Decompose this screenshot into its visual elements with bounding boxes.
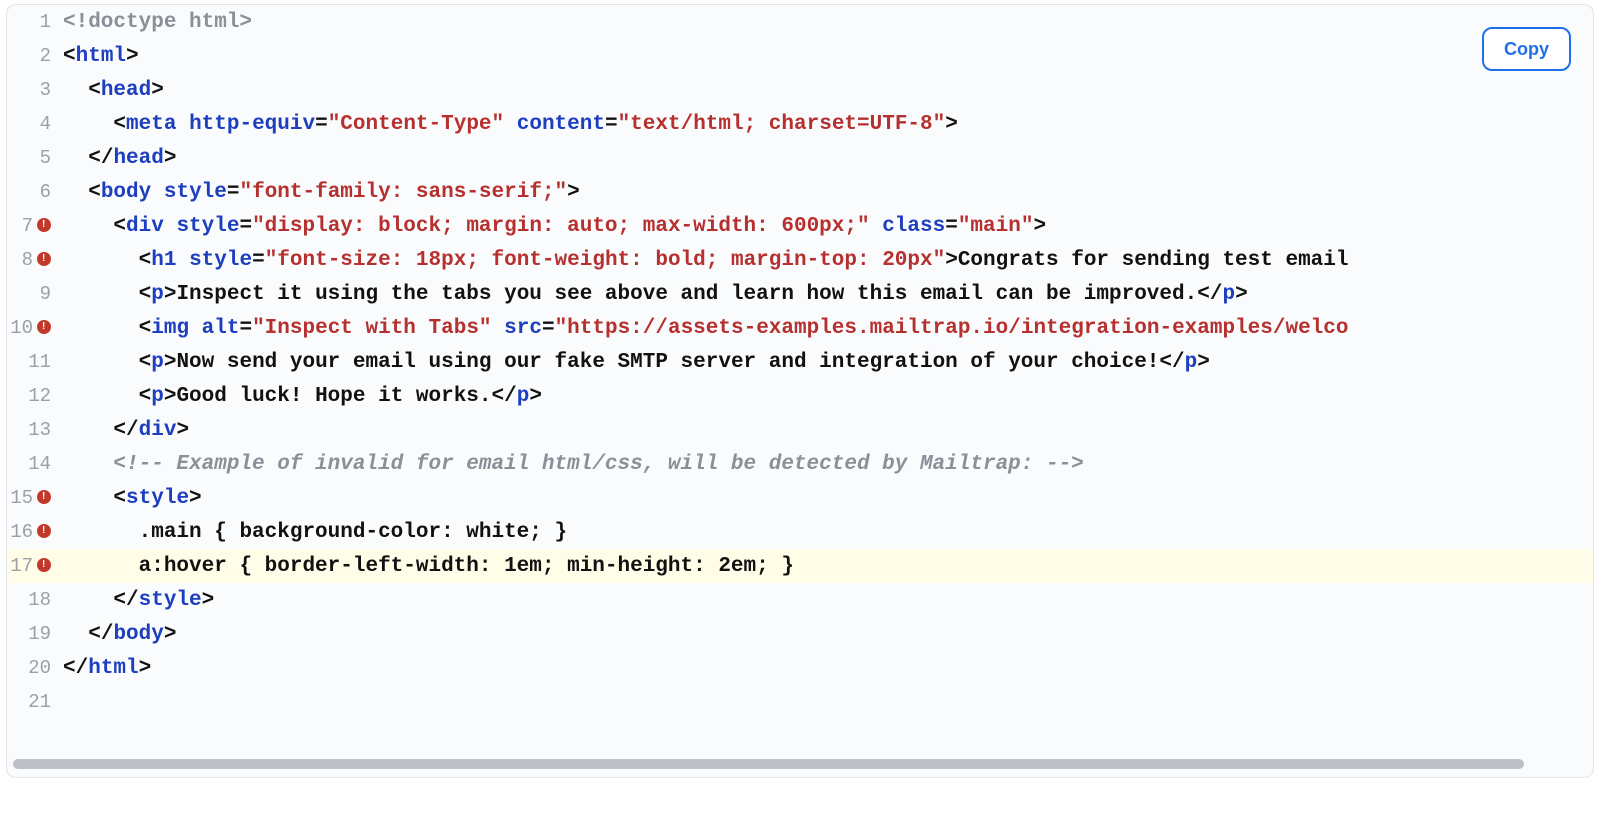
code-content[interactable]: <p>Good luck! Hope it works.</p> bbox=[53, 385, 1593, 408]
code-content[interactable]: <!-- Example of invalid for email html/c… bbox=[53, 453, 1593, 476]
code-content[interactable]: <div style="display: block; margin: auto… bbox=[53, 215, 1593, 238]
code-line[interactable]: 11 <p>Now send your email using our fake… bbox=[7, 345, 1593, 379]
line-number: 17 bbox=[7, 555, 53, 577]
code-content[interactable]: <body style="font-family: sans-serif;"> bbox=[53, 181, 1593, 204]
code-content[interactable]: </body> bbox=[53, 623, 1593, 646]
code-content[interactable]: a:hover { border-left-width: 1em; min-he… bbox=[53, 555, 1593, 578]
code-content[interactable]: <meta http-equiv="Content-Type" content=… bbox=[53, 113, 1593, 136]
line-number: 21 bbox=[7, 691, 53, 713]
copy-button[interactable]: Copy bbox=[1482, 27, 1571, 71]
line-number: 5 bbox=[7, 147, 53, 169]
line-number: 13 bbox=[7, 419, 53, 441]
line-number: 3 bbox=[7, 79, 53, 101]
code-line[interactable]: 5 </head> bbox=[7, 141, 1593, 175]
code-line[interactable]: 13 </div> bbox=[7, 413, 1593, 447]
horizontal-scrollbar-track[interactable] bbox=[13, 757, 1587, 771]
code-content[interactable]: </html> bbox=[53, 657, 1593, 680]
code-content[interactable]: <!doctype html> bbox=[53, 11, 1593, 34]
line-number: 10 bbox=[7, 317, 53, 339]
line-number: 18 bbox=[7, 589, 53, 611]
code-panel: Copy 1<!doctype html>2<html>3 <head>4 <m… bbox=[6, 4, 1594, 778]
code-content[interactable]: </head> bbox=[53, 147, 1593, 170]
line-number: 6 bbox=[7, 181, 53, 203]
error-marker-icon[interactable] bbox=[37, 558, 51, 572]
line-number: 9 bbox=[7, 283, 53, 305]
line-number: 2 bbox=[7, 45, 53, 67]
code-content[interactable]: <p>Now send your email using our fake SM… bbox=[53, 351, 1593, 374]
line-number: 19 bbox=[7, 623, 53, 645]
code-content[interactable]: <style> bbox=[53, 487, 1593, 510]
code-line[interactable]: 20</html> bbox=[7, 651, 1593, 685]
line-number: 12 bbox=[7, 385, 53, 407]
line-number: 14 bbox=[7, 453, 53, 475]
code-line[interactable]: 4 <meta http-equiv="Content-Type" conten… bbox=[7, 107, 1593, 141]
code-line[interactable]: 9 <p>Inspect it using the tabs you see a… bbox=[7, 277, 1593, 311]
code-line[interactable]: 1<!doctype html> bbox=[7, 5, 1593, 39]
line-number: 1 bbox=[7, 11, 53, 33]
code-content[interactable]: .main { background-color: white; } bbox=[53, 521, 1593, 544]
code-line[interactable]: 3 <head> bbox=[7, 73, 1593, 107]
code-line[interactable]: 14 <!-- Example of invalid for email htm… bbox=[7, 447, 1593, 481]
code-content[interactable]: <head> bbox=[53, 79, 1593, 102]
error-marker-icon[interactable] bbox=[37, 218, 51, 232]
line-number: 15 bbox=[7, 487, 53, 509]
code-line[interactable]: 21 bbox=[7, 685, 1593, 719]
error-marker-icon[interactable] bbox=[37, 524, 51, 538]
code-line[interactable]: 2<html> bbox=[7, 39, 1593, 73]
code-content[interactable]: </style> bbox=[53, 589, 1593, 612]
code-line[interactable]: 17 a:hover { border-left-width: 1em; min… bbox=[7, 549, 1593, 583]
line-number: 11 bbox=[7, 351, 53, 373]
code-content[interactable]: </div> bbox=[53, 419, 1593, 442]
code-line[interactable]: 12 <p>Good luck! Hope it works.</p> bbox=[7, 379, 1593, 413]
code-content[interactable]: <img alt="Inspect with Tabs" src="https:… bbox=[53, 317, 1593, 340]
horizontal-scrollbar-thumb[interactable] bbox=[13, 759, 1524, 769]
line-number: 4 bbox=[7, 113, 53, 135]
code-line[interactable]: 8 <h1 style="font-size: 18px; font-weigh… bbox=[7, 243, 1593, 277]
error-marker-icon[interactable] bbox=[37, 320, 51, 334]
code-line[interactable]: 7 <div style="display: block; margin: au… bbox=[7, 209, 1593, 243]
code-area[interactable]: 1<!doctype html>2<html>3 <head>4 <meta h… bbox=[7, 5, 1593, 751]
code-content[interactable]: <p>Inspect it using the tabs you see abo… bbox=[53, 283, 1593, 306]
line-number: 8 bbox=[7, 249, 53, 271]
line-number: 7 bbox=[7, 215, 53, 237]
code-line[interactable]: 16 .main { background-color: white; } bbox=[7, 515, 1593, 549]
error-marker-icon[interactable] bbox=[37, 252, 51, 266]
code-line[interactable]: 18 </style> bbox=[7, 583, 1593, 617]
code-content[interactable]: <html> bbox=[53, 45, 1593, 68]
code-line[interactable]: 6 <body style="font-family: sans-serif;"… bbox=[7, 175, 1593, 209]
line-number: 16 bbox=[7, 521, 53, 543]
code-line[interactable]: 10 <img alt="Inspect with Tabs" src="htt… bbox=[7, 311, 1593, 345]
code-line[interactable]: 19 </body> bbox=[7, 617, 1593, 651]
line-number: 20 bbox=[7, 657, 53, 679]
code-line[interactable]: 15 <style> bbox=[7, 481, 1593, 515]
error-marker-icon[interactable] bbox=[37, 490, 51, 504]
code-content[interactable]: <h1 style="font-size: 18px; font-weight:… bbox=[53, 249, 1593, 272]
